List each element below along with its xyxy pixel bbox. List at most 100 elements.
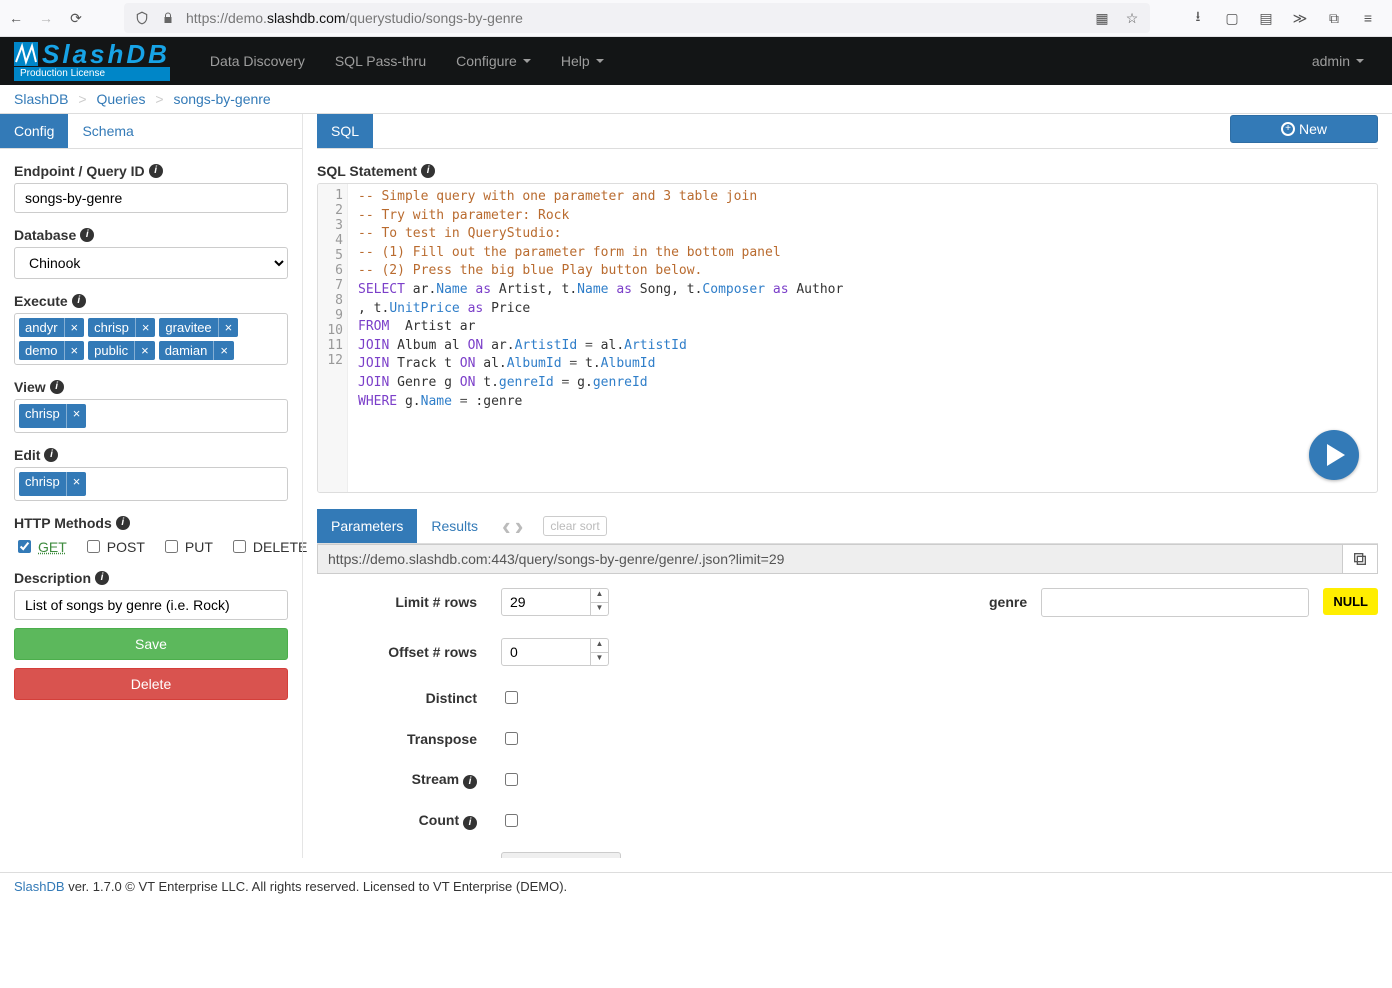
user-menu[interactable]: admin [1298,41,1378,81]
tag[interactable]: andyr× [19,318,84,337]
tag-label: gravitee [159,318,217,337]
shield-icon [134,10,150,26]
description-input[interactable] [14,590,288,620]
chevron-down-icon[interactable]: ▼ [591,603,608,616]
edit-tags[interactable]: chrisp× [14,467,288,501]
remove-tag-icon[interactable]: × [66,404,87,428]
stream-check[interactable] [505,773,518,786]
label-distinct: Distinct [317,690,477,706]
copy-url-button[interactable] [1342,544,1378,574]
run-button[interactable] [1309,430,1359,480]
info-icon[interactable]: i [463,775,477,789]
chevron-up-icon[interactable]: ▲ [591,639,608,653]
sql-editor[interactable]: 1 2 3 4 5 6 7 8 9 10 11 12 -- Simple que… [317,183,1378,493]
logo[interactable]: SlashDB Production License [14,41,170,81]
tag[interactable]: chrisp× [19,472,86,496]
label-sql: SQL Statement [317,163,417,179]
tag-label: damian [159,341,214,360]
http-put[interactable]: PUT [161,537,213,556]
remove-tag-icon[interactable]: × [64,318,85,337]
result-url[interactable]: https://demo.slashdb.com:443/query/songs… [317,544,1342,574]
tab-config[interactable]: Config [0,114,68,148]
breadcrumb-current[interactable]: songs-by-genre [173,91,270,107]
logo-icon [14,42,38,66]
null-badge[interactable]: NULL [1323,588,1378,615]
tag[interactable]: demo× [19,341,84,360]
tag-label: andyr [19,318,64,337]
chevron-up-icon[interactable]: ▲ [591,589,608,603]
tag[interactable]: damian× [159,341,234,360]
remove-tag-icon[interactable]: × [64,341,85,360]
info-icon[interactable]: i [44,448,58,462]
nav-sql-passthru[interactable]: SQL Pass-thru [321,41,440,81]
label-stream: Stream i [317,771,477,789]
play-icon [1327,444,1345,466]
new-button[interactable]: +New [1230,115,1378,143]
tag[interactable]: chrisp× [88,318,155,337]
label-transpose: Transpose [317,731,477,747]
tab-schema[interactable]: Schema [68,114,147,148]
tag[interactable]: public× [88,341,155,360]
info-icon[interactable]: i [50,380,64,394]
delete-button[interactable]: Delete [14,668,288,700]
breadcrumb-root[interactable]: SlashDB [14,91,68,107]
http-delete[interactable]: DELETE [229,537,307,556]
offset-input[interactable]: ▲▼ [501,638,621,666]
remove-tag-icon[interactable]: × [135,318,156,337]
footer-link[interactable]: SlashDB [14,879,65,894]
view-tags[interactable]: chrisp× [14,399,288,433]
tab-sql[interactable]: SQL [317,114,373,148]
http-post[interactable]: POST [83,537,145,556]
label-view: View [14,379,46,395]
menu-icon[interactable]: ≡ [1360,10,1376,26]
reload-icon[interactable]: ⟳ [68,10,84,26]
remove-tag-icon[interactable]: × [134,341,155,360]
url-bar[interactable]: https://demo.slashdb.com/querystudio/son… [124,3,1150,33]
save-button[interactable]: Save [14,628,288,660]
count-check[interactable] [505,814,518,827]
endpoint-input[interactable] [14,183,288,213]
label-endpoint: Endpoint / Query ID [14,163,145,179]
nav-help[interactable]: Help [547,41,618,81]
back-icon[interactable]: ← [8,10,24,26]
url-text: https://demo.slashdb.com/querystudio/son… [186,10,523,26]
remove-tag-icon[interactable]: × [213,341,234,360]
transpose-check[interactable] [505,732,518,745]
overflow-icon[interactable]: ≫ [1292,10,1308,26]
tag[interactable]: gravitee× [159,318,238,337]
nav-configure[interactable]: Configure [442,41,545,81]
info-icon[interactable]: i [116,516,130,530]
bookmark-icon[interactable]: ☆ [1124,10,1140,26]
info-icon[interactable]: i [149,164,163,178]
info-icon[interactable]: i [72,294,86,308]
breadcrumb-queries[interactable]: Queries [96,91,145,107]
nav-data-discovery[interactable]: Data Discovery [196,41,319,81]
remove-tag-icon[interactable]: × [218,318,239,337]
format-select[interactable]: json [501,852,621,858]
info-icon[interactable]: i [421,164,435,178]
download-icon[interactable]: ⭳ [1190,10,1206,26]
http-get[interactable]: GET [14,537,67,556]
forward-icon: → [38,10,54,26]
tab-parameters[interactable]: Parameters [317,509,417,543]
prev-page-icon: ‹ [502,513,511,539]
reader-icon[interactable]: ▤ [1258,10,1274,26]
distinct-check[interactable] [505,691,518,704]
info-icon[interactable]: i [95,571,109,585]
tag[interactable]: chrisp× [19,404,86,428]
info-icon[interactable]: i [80,228,94,242]
limit-input[interactable]: ▲▼ [501,588,621,616]
chevron-down-icon[interactable]: ▼ [591,653,608,666]
execute-tags[interactable]: andyr×chrisp×gravitee×demo×public×damian… [14,313,288,365]
label-execute: Execute [14,293,68,309]
tab-results[interactable]: Results [417,509,492,543]
database-select[interactable]: Chinook [14,247,288,279]
caret-down-icon [1356,59,1364,63]
qr-icon[interactable]: ▦ [1094,10,1110,26]
library-icon[interactable]: ▢ [1224,10,1240,26]
extensions-icon[interactable]: ⧉ [1326,10,1342,26]
params-scroll[interactable]: Limit # rows ▲▼ Offset # rows ▲▼ Distinc… [317,574,949,858]
genre-input[interactable] [1041,588,1309,617]
info-icon[interactable]: i [463,816,477,830]
remove-tag-icon[interactable]: × [66,472,87,496]
